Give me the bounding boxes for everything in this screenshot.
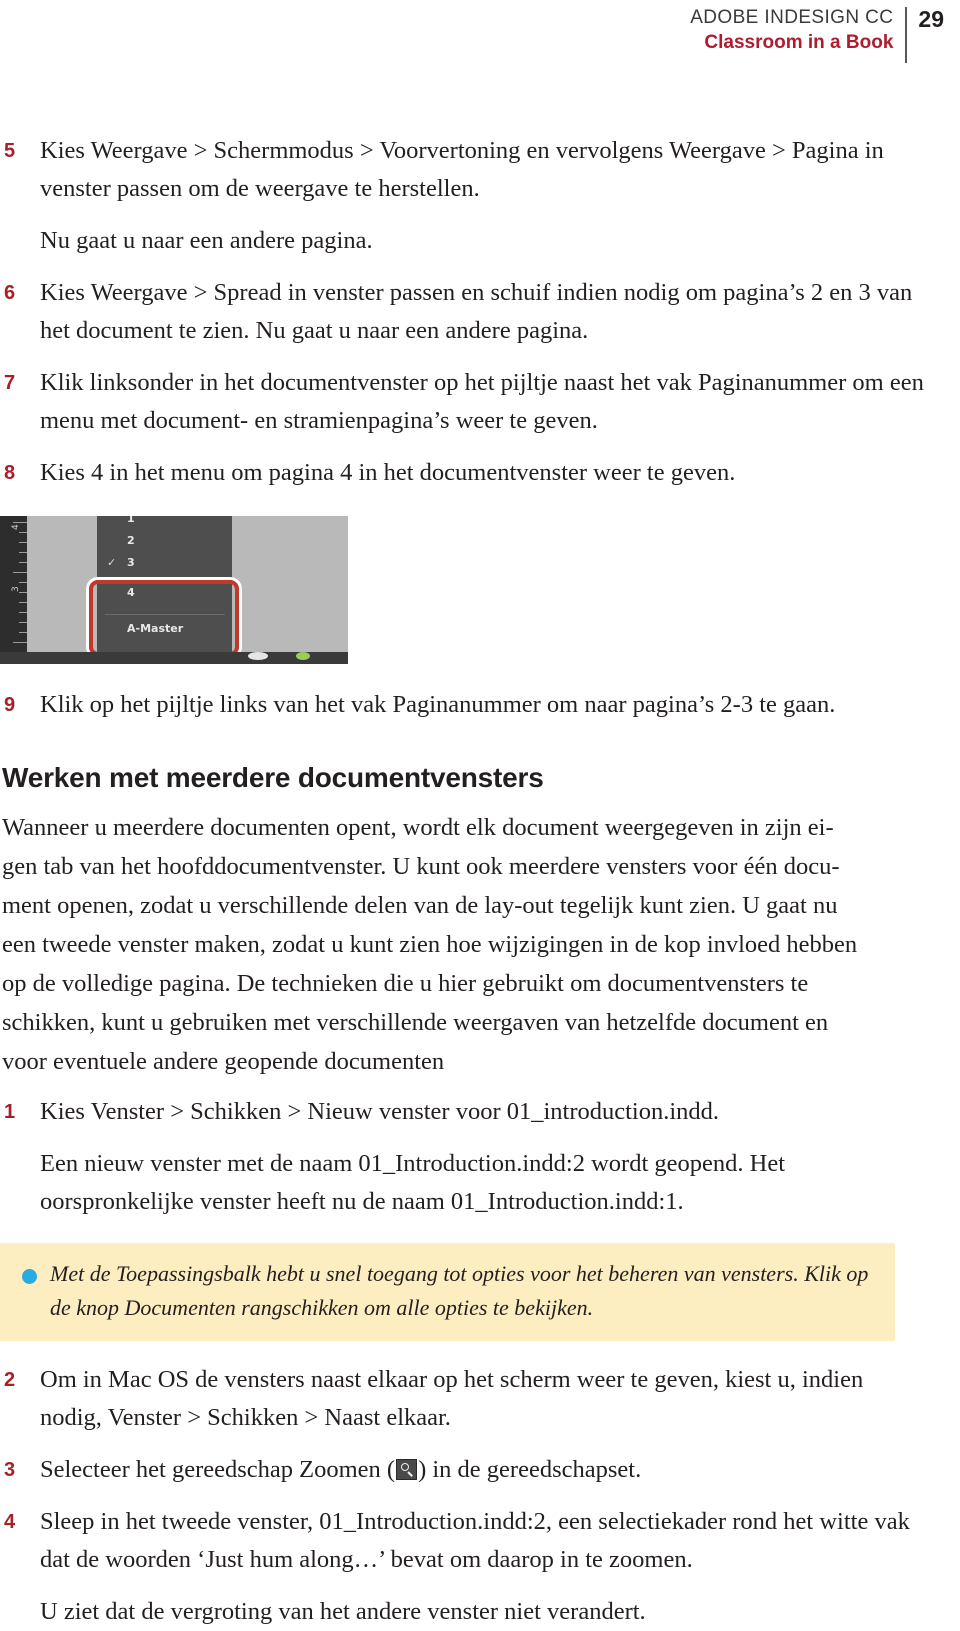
numbered-step: 1 Kies Venster > Schikken > Nieuw venste… — [0, 1093, 924, 1131]
tip-box: Met de Toepassingsbalk hebt u snel toega… — [0, 1243, 895, 1341]
step-number: 8 — [4, 462, 16, 484]
note-paragraph: Nu gaat u naar een andere pagina. — [40, 227, 373, 254]
highlight-callout-box — [89, 580, 239, 656]
indesign-page-menu-screenshot: 4 3 1 2 3 ✓ 4 A-Master — [0, 516, 348, 664]
body-line: schikken, kunt u gebruiken met verschill… — [2, 1009, 829, 1036]
step-text: Klik op het pijltje links van het vak Pa… — [40, 691, 836, 718]
checkmark-icon: ✓ — [107, 556, 117, 569]
step-number: 6 — [4, 282, 16, 304]
menu-item-page-3[interactable]: 3 — [97, 556, 232, 569]
document-canvas: 1 2 3 ✓ 4 A-Master — [27, 516, 348, 657]
numbered-step: 5 Kies Weergave > Schermmodus > Voorvert… — [0, 132, 924, 208]
page-number: 29 — [918, 6, 944, 32]
status-bar-green-indicator — [296, 652, 310, 660]
ruler-label: 4 — [11, 524, 21, 530]
header-series-title: Classroom in a Book — [704, 32, 894, 53]
step-text: Klik linksonder in het documentvenster o… — [40, 369, 924, 434]
step-text: Kies Weergave > Schermmodus > Voorverton… — [40, 137, 884, 202]
step-text: Kies Weergave > Spread in venster passen… — [40, 279, 913, 344]
body-line: voor eventuele andere geopende documente… — [2, 1048, 445, 1075]
step-number: 5 — [4, 140, 16, 162]
step-number: 9 — [4, 694, 16, 716]
menu-item-page-2[interactable]: 2 — [97, 534, 232, 547]
numbered-step: 6 Kies Weergave > Spread in venster pass… — [0, 274, 924, 350]
section-heading: Werken met meerdere documentvensters — [2, 762, 544, 793]
body-line: een tweede venster maken, zodat u kunt z… — [2, 931, 858, 958]
header-inner: ADOBE INDESIGN CC Classroom in a Book 29 — [690, 6, 944, 63]
step-text: Om in Mac OS de vensters naast elkaar op… — [40, 1366, 864, 1431]
numbered-step: 3 Selecteer het gereedschap Zoomen ( ) in… — [0, 1451, 924, 1489]
section-body-paragraph: Wanneer u meerdere documenten opent, wor… — [0, 808, 960, 1081]
magnifier-lens-icon — [401, 1463, 410, 1471]
tip-text: Met de Toepassingsbalk hebt u snel toega… — [50, 1261, 869, 1320]
magnifier-handle-icon — [407, 1471, 414, 1477]
running-header: ADOBE INDESIGN CC Classroom in a Book 29 — [0, 0, 960, 72]
numbered-step: 9 Klik op het pijltje links van het vak … — [0, 686, 924, 724]
numbered-step: 4 Sleep in het tweede venster, 01_Introd… — [0, 1503, 924, 1579]
step-text-before-icon: Selecteer het gereedschap Zoomen ( — [40, 1456, 396, 1483]
page-content: 5 Kies Weergave > Schermmodus > Voorvert… — [0, 132, 960, 1631]
status-bar-shape — [248, 652, 268, 660]
body-line: Wanneer u meerdere documenten opent, wor… — [2, 814, 834, 841]
numbered-step: 8 Kies 4 in het menu om pagina 4 in het … — [0, 454, 924, 492]
zoom-tool-icon — [396, 1459, 418, 1480]
ruler-label: 3 — [11, 586, 21, 592]
note-paragraph: Een nieuw venster met de naam 01_Introdu… — [40, 1150, 786, 1215]
numbered-step: 2 Om in Mac OS de vensters naast elkaar … — [0, 1361, 924, 1437]
step-number: 4 — [4, 1511, 16, 1533]
vertical-ruler: 4 3 — [0, 516, 27, 657]
note-paragraph: U ziet dat de vergroting van het andere … — [40, 1598, 646, 1625]
step-number: 3 — [4, 1459, 16, 1481]
step-number: 7 — [4, 372, 16, 394]
step-number: 1 — [4, 1101, 16, 1123]
step-number: 2 — [4, 1369, 16, 1391]
body-line: gen tab van het hoofddocumentvenster. U … — [2, 853, 840, 880]
menu-item-page-1[interactable]: 1 — [97, 516, 232, 525]
body-line: op de volledige pagina. De technieken di… — [2, 970, 809, 997]
step-text: Kies Venster > Schikken > Nieuw venster … — [40, 1098, 720, 1125]
tip-bullet-icon — [22, 1269, 37, 1284]
step-text: Sleep in het tweede venster, 01_Introduc… — [40, 1508, 910, 1573]
step-text: Kies 4 in het menu om pagina 4 in het do… — [40, 459, 736, 486]
numbered-step: 7 Klik linksonder in het documentvenster… — [0, 364, 924, 440]
header-product-title: ADOBE INDESIGN CC — [690, 7, 894, 28]
header-title-block: ADOBE INDESIGN CC Classroom in a Book — [690, 6, 905, 56]
body-line: ment openen, zodat u verschillende delen… — [2, 892, 838, 919]
step-text: Selecteer het gereedschap Zoomen ( ) in d… — [40, 1451, 924, 1489]
step-text-after-icon: ) in de gereedschapset. — [418, 1456, 642, 1483]
